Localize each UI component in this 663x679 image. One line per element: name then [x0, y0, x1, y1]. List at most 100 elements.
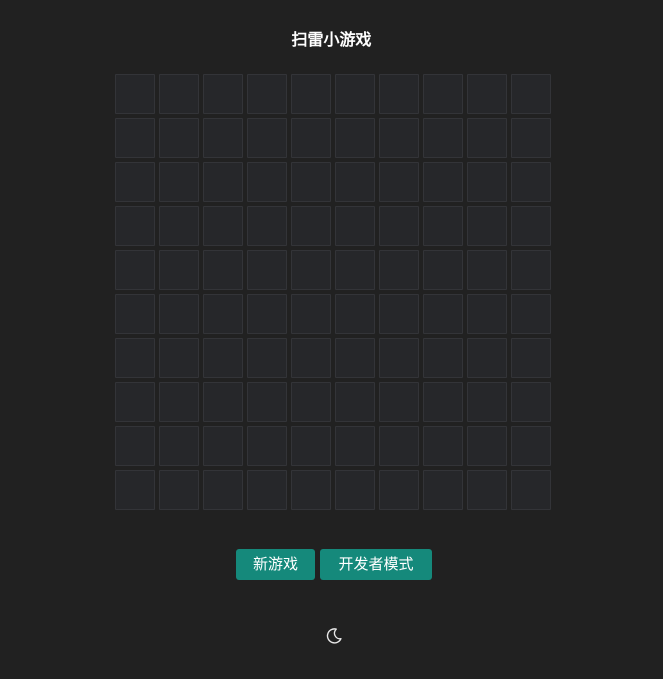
board-cell[interactable]: [379, 162, 419, 202]
board-cell[interactable]: [423, 118, 463, 158]
board-cell[interactable]: [203, 338, 243, 378]
board-cell[interactable]: [115, 294, 155, 334]
board-cell[interactable]: [423, 426, 463, 466]
board-cell[interactable]: [247, 382, 287, 422]
board-cell[interactable]: [379, 250, 419, 290]
board-cell[interactable]: [379, 470, 419, 510]
board-cell[interactable]: [335, 250, 375, 290]
board-cell[interactable]: [423, 338, 463, 378]
board-cell[interactable]: [203, 206, 243, 246]
board-cell[interactable]: [467, 470, 507, 510]
board-cell[interactable]: [467, 294, 507, 334]
board-cell[interactable]: [115, 338, 155, 378]
board-cell[interactable]: [379, 338, 419, 378]
board-cell[interactable]: [115, 426, 155, 466]
board-cell[interactable]: [467, 118, 507, 158]
board-cell[interactable]: [115, 118, 155, 158]
board-cell[interactable]: [379, 118, 419, 158]
board-cell[interactable]: [335, 470, 375, 510]
board-cell[interactable]: [203, 250, 243, 290]
board-cell[interactable]: [115, 74, 155, 114]
new-game-button[interactable]: 新游戏: [236, 549, 315, 580]
board-cell[interactable]: [423, 250, 463, 290]
board-cell[interactable]: [115, 250, 155, 290]
board-cell[interactable]: [159, 426, 199, 466]
board-cell[interactable]: [291, 118, 331, 158]
board-cell[interactable]: [511, 470, 551, 510]
board-cell[interactable]: [115, 382, 155, 422]
board-cell[interactable]: [291, 206, 331, 246]
board-cell[interactable]: [247, 118, 287, 158]
board-cell[interactable]: [423, 206, 463, 246]
board-cell[interactable]: [203, 382, 243, 422]
board-cell[interactable]: [335, 162, 375, 202]
board-cell[interactable]: [423, 162, 463, 202]
board-cell[interactable]: [335, 206, 375, 246]
board-cell[interactable]: [115, 470, 155, 510]
board-cell[interactable]: [159, 74, 199, 114]
board-cell[interactable]: [159, 470, 199, 510]
board-cell[interactable]: [423, 294, 463, 334]
board-cell[interactable]: [467, 338, 507, 378]
board-cell[interactable]: [511, 250, 551, 290]
board-cell[interactable]: [291, 382, 331, 422]
board-cell[interactable]: [335, 382, 375, 422]
board-cell[interactable]: [467, 382, 507, 422]
board-cell[interactable]: [467, 74, 507, 114]
board-cell[interactable]: [247, 206, 287, 246]
board-cell[interactable]: [291, 294, 331, 334]
board-cell[interactable]: [423, 74, 463, 114]
board-cell[interactable]: [159, 294, 199, 334]
board-cell[interactable]: [291, 162, 331, 202]
board-cell[interactable]: [203, 74, 243, 114]
board-cell[interactable]: [115, 162, 155, 202]
board-cell[interactable]: [115, 206, 155, 246]
board-cell[interactable]: [203, 426, 243, 466]
theme-toggle[interactable]: [325, 627, 343, 645]
board-cell[interactable]: [247, 250, 287, 290]
board-cell[interactable]: [247, 162, 287, 202]
board-cell[interactable]: [511, 118, 551, 158]
board-cell[interactable]: [467, 426, 507, 466]
board-cell[interactable]: [159, 206, 199, 246]
board-cell[interactable]: [291, 338, 331, 378]
board-cell[interactable]: [335, 118, 375, 158]
board-cell[interactable]: [511, 162, 551, 202]
board-cell[interactable]: [423, 382, 463, 422]
board-cell[interactable]: [247, 426, 287, 466]
board-cell[interactable]: [511, 338, 551, 378]
board-cell[interactable]: [511, 294, 551, 334]
board-cell[interactable]: [335, 74, 375, 114]
board-cell[interactable]: [247, 74, 287, 114]
board-cell[interactable]: [159, 250, 199, 290]
board-cell[interactable]: [511, 426, 551, 466]
board-cell[interactable]: [379, 382, 419, 422]
board-cell[interactable]: [291, 250, 331, 290]
board-cell[interactable]: [291, 74, 331, 114]
board-cell[interactable]: [247, 338, 287, 378]
board-cell[interactable]: [379, 294, 419, 334]
board-cell[interactable]: [467, 250, 507, 290]
board-cell[interactable]: [291, 426, 331, 466]
board-cell[interactable]: [511, 74, 551, 114]
board-cell[interactable]: [247, 470, 287, 510]
board-cell[interactable]: [159, 382, 199, 422]
board-cell[interactable]: [423, 470, 463, 510]
board-cell[interactable]: [203, 118, 243, 158]
developer-mode-button[interactable]: 开发者模式: [320, 549, 432, 580]
board-cell[interactable]: [511, 382, 551, 422]
board-cell[interactable]: [335, 294, 375, 334]
board-cell[interactable]: [379, 426, 419, 466]
board-cell[interactable]: [203, 162, 243, 202]
board-cell[interactable]: [335, 426, 375, 466]
board-cell[interactable]: [511, 206, 551, 246]
board-cell[interactable]: [247, 294, 287, 334]
board-cell[interactable]: [203, 470, 243, 510]
board-cell[interactable]: [467, 206, 507, 246]
board-cell[interactable]: [379, 74, 419, 114]
board-cell[interactable]: [159, 338, 199, 378]
board-cell[interactable]: [203, 294, 243, 334]
board-cell[interactable]: [335, 338, 375, 378]
board-cell[interactable]: [379, 206, 419, 246]
board-cell[interactable]: [291, 470, 331, 510]
